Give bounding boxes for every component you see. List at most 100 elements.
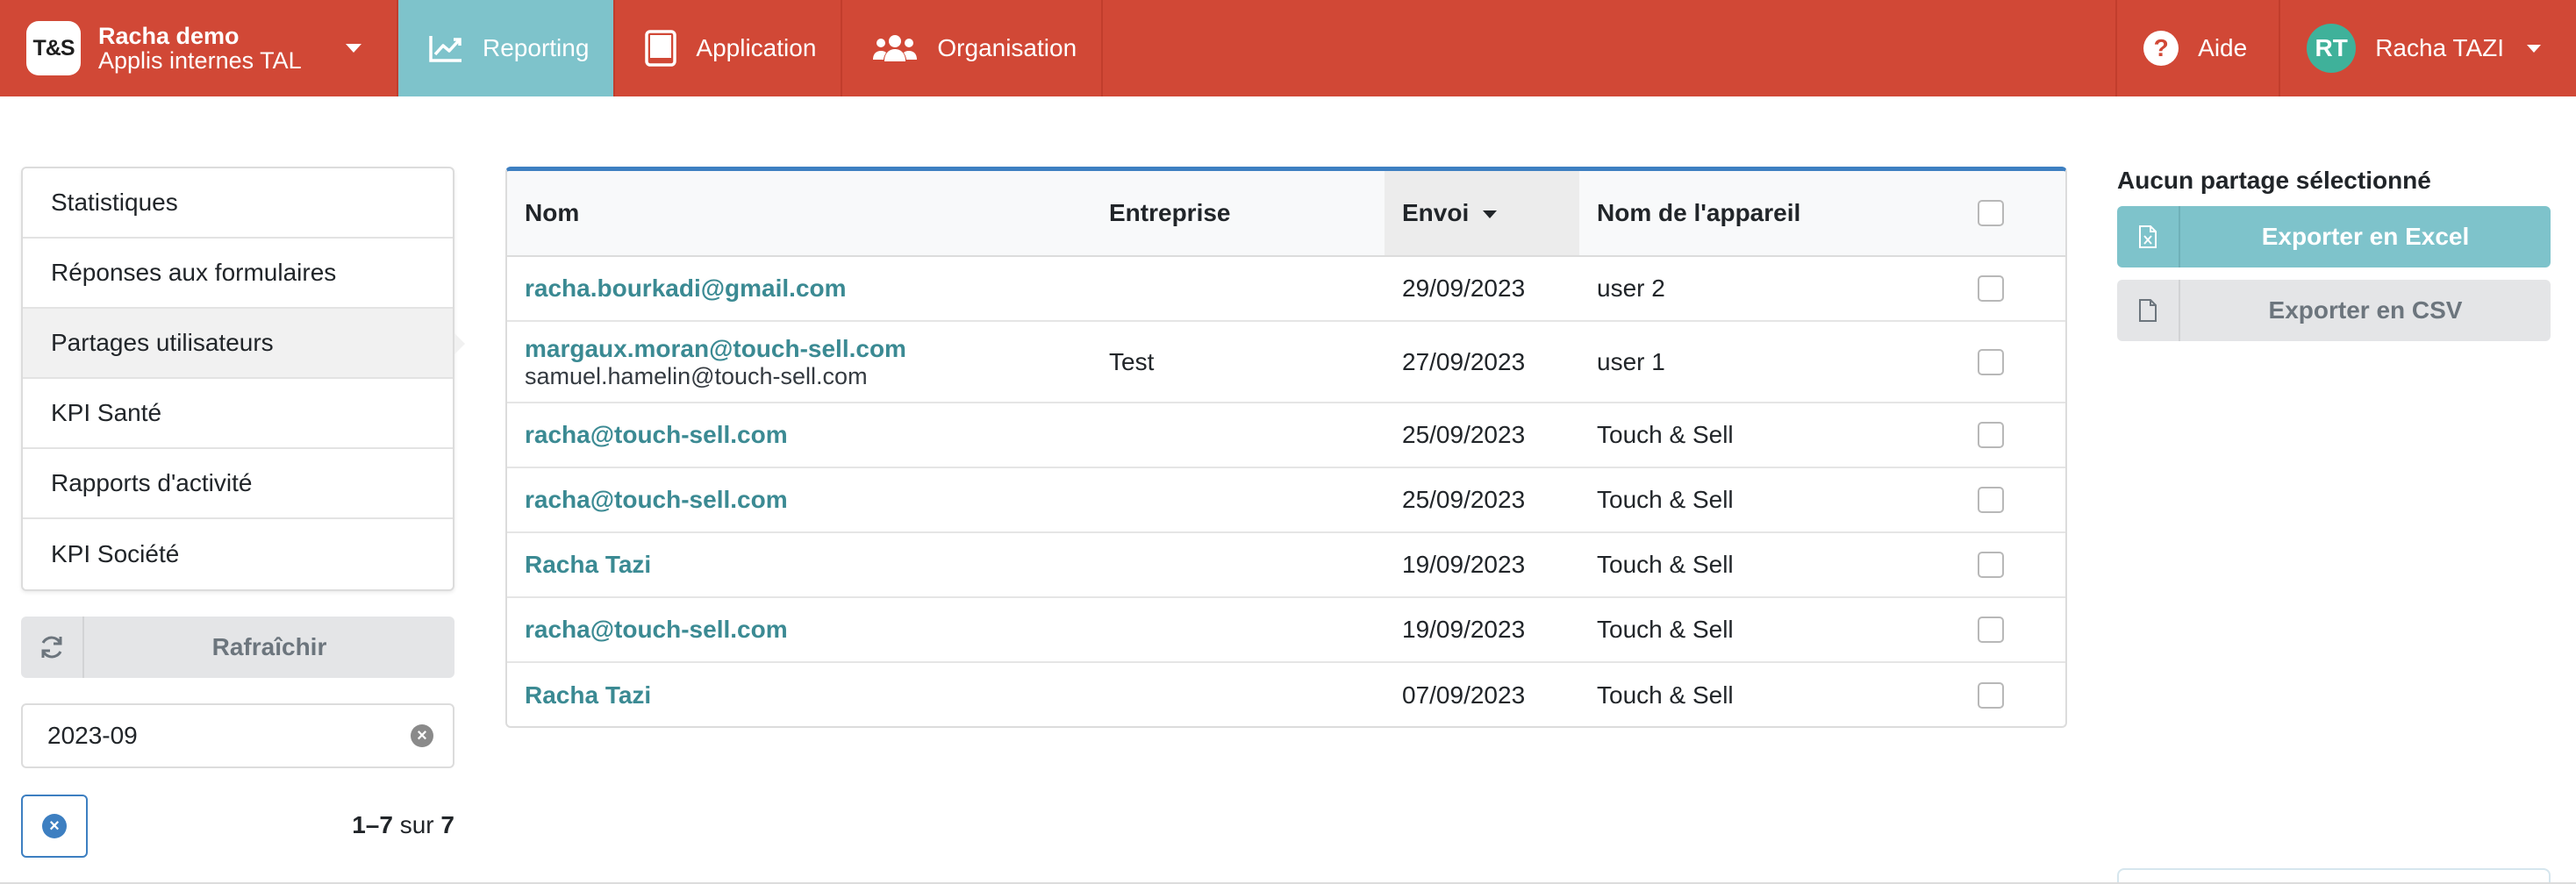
sort-desc-icon	[1483, 210, 1498, 219]
row-envoi: 07/09/2023	[1402, 681, 1526, 709]
sidebar-item-kpi-sante[interactable]: KPI Santé	[23, 379, 453, 449]
row-envoi: 29/09/2023	[1385, 256, 1579, 322]
row-entreprise	[1091, 597, 1385, 663]
table-row[interactable]: racha@touch-sell.com 25/09/2023 Touch & …	[507, 403, 2065, 468]
pagination-info: 1–7 sur 7	[352, 811, 454, 839]
refresh-icon	[21, 617, 84, 678]
column-header-entreprise[interactable]: Entreprise	[1091, 171, 1385, 257]
sidebar-item-partages-utilisateurs[interactable]: Partages utilisateurs	[23, 309, 465, 379]
tablet-icon	[645, 30, 677, 67]
sidebar-item-reponses-formulaires[interactable]: Réponses aux formulaires	[23, 239, 453, 309]
export-excel-button[interactable]: Exporter en Excel	[2117, 206, 2551, 267]
row-envoi: 19/09/2023	[1385, 532, 1579, 598]
row-envoi: 25/09/2023	[1385, 403, 1579, 468]
pagination-sep: sur	[399, 811, 434, 838]
avatar: RT	[2307, 24, 2357, 73]
row-appareil: Touch & Sell	[1579, 597, 1978, 663]
row-entreprise	[1091, 467, 1385, 533]
table-row[interactable]: racha@touch-sell.com 25/09/2023 Touch & …	[507, 467, 2065, 533]
row-appareil: Touch & Sell	[1579, 467, 1978, 533]
caret-down-icon	[2527, 44, 2541, 53]
table-row[interactable]: racha.bourkadi@gmail.com 29/09/2023 user…	[507, 256, 2065, 322]
selection-status: Aucun partage sélectionné	[2117, 167, 2431, 194]
month-filter: ×	[21, 703, 454, 768]
pagination-total: 7	[440, 811, 454, 838]
table-row[interactable]: Racha Tazi 19/09/2023 Touch & Sell	[507, 532, 2065, 598]
question-circle-icon: ?	[2143, 31, 2179, 66]
help-button[interactable]: ? Aide	[2115, 0, 2281, 96]
help-label: Aide	[2198, 34, 2248, 61]
file-icon	[2117, 280, 2180, 341]
row-appareil: Touch & Sell	[1597, 681, 1734, 709]
column-header-nom[interactable]: Nom	[507, 171, 1091, 257]
column-header-envoi-label: Envoi	[1402, 199, 1470, 226]
row-appareil: user 2	[1579, 256, 1978, 322]
top-right-actions: ? Aide RT Racha TAZI	[2115, 0, 2576, 96]
column-header-envoi[interactable]: Envoi	[1385, 171, 1579, 257]
clear-icon[interactable]: ×	[411, 724, 433, 747]
user-menu[interactable]: RT Racha TAZI	[2280, 0, 2576, 96]
export-excel-label: Exporter en Excel	[2261, 223, 2470, 250]
refresh-label: Rafraîchir	[211, 633, 327, 660]
table-row[interactable]: margaux.moran@touch-sell.com samuel.hame…	[507, 321, 2065, 403]
row-entreprise	[1091, 256, 1385, 322]
month-filter-input[interactable]	[47, 722, 381, 750]
column-header-appareil[interactable]: Nom de l'appareil	[1579, 171, 1978, 257]
nav-organisation[interactable]: Organisation	[842, 0, 1104, 96]
close-circle-icon: ×	[42, 814, 67, 838]
row-appareil: Touch & Sell	[1579, 532, 1978, 598]
row-appareil: user 1	[1579, 321, 1978, 403]
select-all-checkbox[interactable]	[1978, 200, 2004, 226]
row-envoi: 19/09/2023	[1385, 597, 1579, 663]
shares-table: Nom Entreprise Envoi Nom de l'appareil r…	[505, 167, 2067, 728]
row-checkbox[interactable]	[1978, 487, 2004, 513]
row-nom-link[interactable]: Racha Tazi	[525, 681, 1091, 709]
row-checkbox[interactable]	[1978, 422, 2004, 448]
row-nom-secondary: samuel.hamelin@touch-sell.com	[525, 362, 868, 389]
row-checkbox[interactable]	[1978, 348, 2004, 375]
workspace-subtitle: Applis internes TAL	[98, 47, 302, 74]
sidebar-item-rapports-activite[interactable]: Rapports d'activité	[23, 449, 453, 519]
row-nom-link[interactable]: racha@touch-sell.com	[525, 486, 1091, 514]
table-row[interactable]: racha@touch-sell.com 19/09/2023 Touch & …	[507, 597, 2065, 663]
row-checkbox[interactable]	[1978, 681, 2004, 709]
table-header-row: Nom Entreprise Envoi Nom de l'appareil	[507, 171, 2065, 257]
row-nom-link[interactable]: margaux.moran@touch-sell.com	[525, 335, 1091, 363]
row-nom-link[interactable]: Racha Tazi	[525, 551, 1091, 579]
row-checkbox[interactable]	[1978, 275, 2004, 302]
row-entreprise	[1091, 662, 1385, 726]
nav-organisation-label: Organisation	[937, 34, 1077, 61]
nav-application[interactable]: Application	[615, 0, 843, 96]
workspace-switcher[interactable]: T&S Racha demo Applis internes TAL	[0, 0, 398, 96]
workspace-name: Racha demo	[98, 23, 240, 49]
sidebar-item-statistiques[interactable]: Statistiques	[23, 168, 453, 239]
nav-reporting[interactable]: Reporting	[398, 0, 616, 96]
select-all-cell	[1978, 171, 2065, 257]
workspace-info: Racha demo Applis internes TAL	[98, 24, 302, 73]
row-envoi: 27/09/2023	[1385, 321, 1579, 403]
top-navbar: T&S Racha demo Applis internes TAL Repor…	[0, 0, 2576, 96]
reset-filters-button[interactable]: ×	[21, 795, 88, 858]
row-checkbox[interactable]	[1978, 617, 2004, 643]
row-nom-link[interactable]: racha.bourkadi@gmail.com	[525, 274, 1091, 303]
nav-application-label: Application	[696, 34, 817, 61]
row-entreprise: Test	[1091, 321, 1385, 403]
sidebar-item-kpi-societe[interactable]: KPI Société	[23, 519, 453, 589]
row-entreprise	[1091, 532, 1385, 598]
reporting-sidebar-menu: Statistiques Réponses aux formulaires Pa…	[21, 167, 465, 591]
pagination-range: 1–7	[352, 811, 393, 838]
file-excel-icon	[2117, 206, 2180, 267]
export-csv-button[interactable]: Exporter en CSV	[2117, 280, 2551, 341]
refresh-button[interactable]: Rafraîchir	[21, 617, 454, 678]
table-row[interactable]: Racha Tazi 07/09/2023 Touch & Sell	[507, 662, 2065, 726]
row-entreprise	[1091, 403, 1385, 468]
row-checkbox[interactable]	[1978, 552, 2004, 578]
caret-down-icon	[346, 44, 361, 53]
row-nom-link[interactable]: racha@touch-sell.com	[525, 421, 1091, 449]
row-envoi: 25/09/2023	[1385, 467, 1579, 533]
row-nom-link[interactable]: racha@touch-sell.com	[525, 616, 1091, 644]
nav-reporting-label: Reporting	[483, 34, 590, 61]
app-logo: T&S	[26, 21, 81, 75]
row-appareil: Touch & Sell	[1579, 403, 1978, 468]
users-icon	[872, 33, 918, 63]
